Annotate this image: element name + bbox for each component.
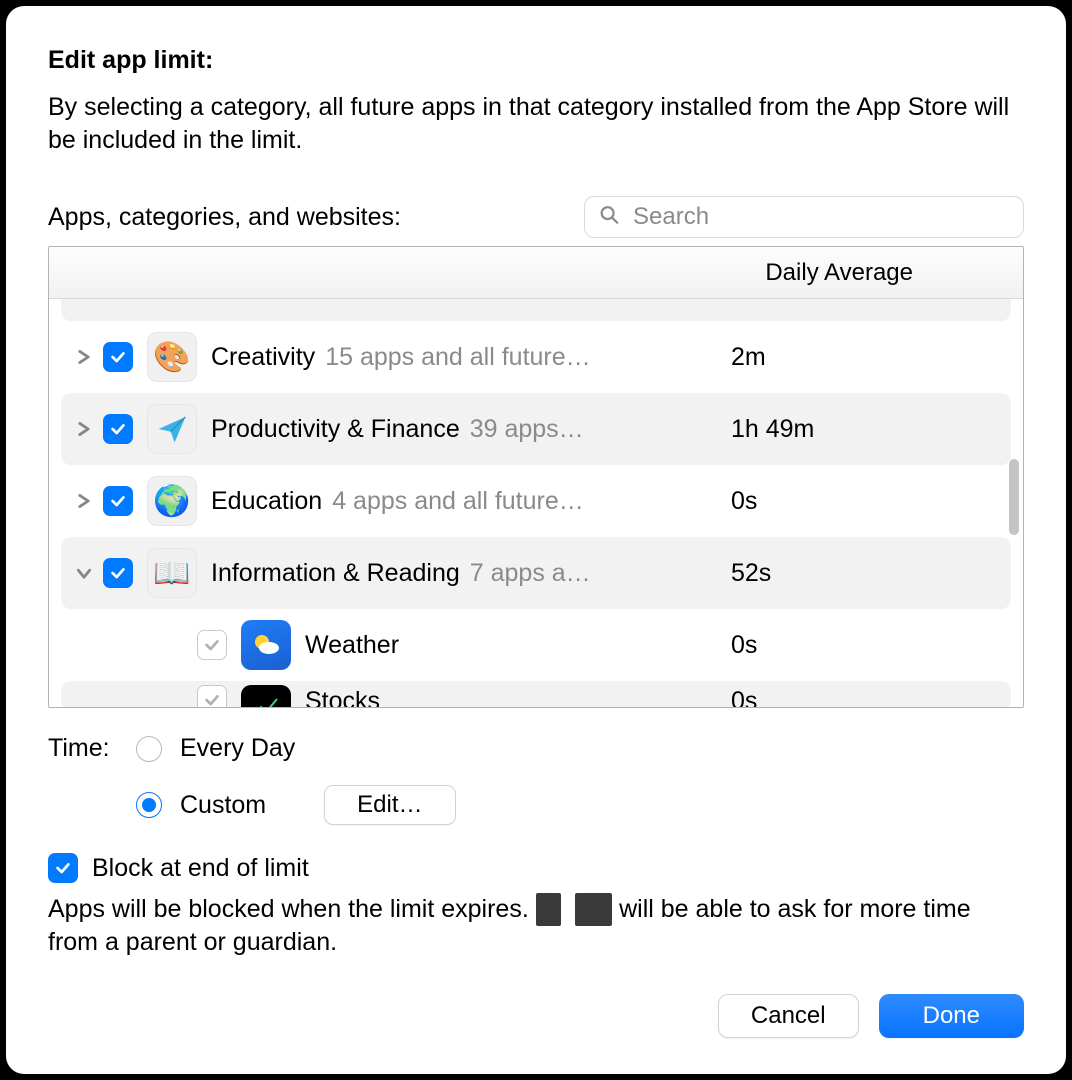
search-icon [598,204,620,231]
scrollbar[interactable] [1005,299,1023,707]
daily-average-value: 0s [731,631,1011,660]
daily-average-value: 0s [731,487,1011,516]
checkbox-weather[interactable] [197,630,227,660]
radio-custom-label: Custom [180,791,266,820]
category-name: Education [211,487,322,516]
radio-custom[interactable] [136,792,162,818]
row-peek-above [61,299,1011,321]
category-sub: 4 apps and all future… [332,487,584,516]
redacted-name-icon: xxx [575,893,613,926]
search-field-wrap [584,196,1024,238]
time-label: Time: [48,734,118,763]
time-section: Time: Every Day Custom Edit… [48,734,1024,825]
cancel-button[interactable]: Cancel [718,994,859,1038]
row-text: Weather [305,631,725,660]
chevron-right-icon[interactable] [73,350,95,364]
edit-schedule-button[interactable]: Edit… [324,785,455,825]
dialog-title: Edit app limit: [48,46,1024,75]
daily-average-value: 52s [731,559,1011,588]
block-description: Apps will be blocked when the limit expi… [48,893,1024,958]
paper-plane-icon [147,404,197,454]
checkbox-stocks[interactable] [197,685,227,707]
checkbox-block-at-end[interactable] [48,853,78,883]
table-body[interactable]: 🎨 Creativity 15 apps and all future… 2m [49,299,1023,707]
block-at-end-label: Block at end of limit [92,854,309,883]
category-sub: 15 apps and all future… [325,343,590,372]
table-header: Daily Average [49,247,1023,299]
app-row-stocks[interactable]: Stocks 0s [61,681,1011,707]
dialog-footer: Cancel Done [48,994,1024,1038]
app-name: Weather [305,631,399,660]
block-at-end-row: Block at end of limit [48,853,1024,883]
chevron-right-icon[interactable] [73,422,95,436]
daily-average-value: 1h 49m [731,415,1011,444]
block-desc-part-a: Apps will be blocked when the limit expi… [48,895,529,923]
app-row-weather[interactable]: Weather 0s [61,609,1011,681]
row-text: Stocks [305,687,725,707]
app-name: Stocks [305,687,380,707]
row-text: Productivity & Finance 39 apps… [211,415,631,444]
scroll-thumb[interactable] [1009,459,1019,535]
checkbox-education[interactable] [103,486,133,516]
redacted-name-icon: xx [536,893,561,926]
list-header: Apps, categories, and websites: [48,196,1024,238]
row-text: Information & Reading 7 apps a… [211,559,631,588]
category-name: Creativity [211,343,315,372]
creativity-icon: 🎨 [147,332,197,382]
checkbox-productivity[interactable] [103,414,133,444]
category-row-productivity[interactable]: Productivity & Finance 39 apps… 1h 49m [61,393,1011,465]
search-input[interactable] [584,196,1024,238]
time-row-custom: Custom Edit… [48,785,1024,825]
apps-table: Daily Average 🎨 Creativity 15 apps and a… [48,246,1024,708]
category-name: Information & Reading [211,559,460,588]
row-text: Education 4 apps and all future… [211,487,631,516]
stocks-icon [241,685,291,707]
edit-app-limit-dialog: Edit app limit: By selecting a category,… [6,6,1066,1074]
checkbox-information-reading[interactable] [103,558,133,588]
weather-icon [241,620,291,670]
dialog-description: By selecting a category, all future apps… [48,91,1024,156]
daily-average-value: 0s [731,687,1011,707]
daily-average-value: 2m [731,343,1011,372]
category-sub: 39 apps… [470,415,584,444]
checkbox-creativity[interactable] [103,342,133,372]
time-row-every-day: Time: Every Day [48,734,1024,763]
category-row-information-reading[interactable]: 📖 Information & Reading 7 apps a… 52s [61,537,1011,609]
radio-every-day-label: Every Day [180,734,295,763]
column-daily-average: Daily Average [765,259,913,287]
chevron-right-icon[interactable] [73,494,95,508]
globe-icon: 🌍 [147,476,197,526]
category-row-education[interactable]: 🌍 Education 4 apps and all future… 0s [61,465,1011,537]
row-text: Creativity 15 apps and all future… [211,343,631,372]
category-row-creativity[interactable]: 🎨 Creativity 15 apps and all future… 2m [61,321,1011,393]
category-sub: 7 apps a… [470,559,591,588]
category-name: Productivity & Finance [211,415,460,444]
list-label: Apps, categories, and websites: [48,203,401,232]
radio-every-day[interactable] [136,736,162,762]
done-button[interactable]: Done [879,994,1024,1038]
book-icon: 📖 [147,548,197,598]
chevron-down-icon[interactable] [73,566,95,580]
